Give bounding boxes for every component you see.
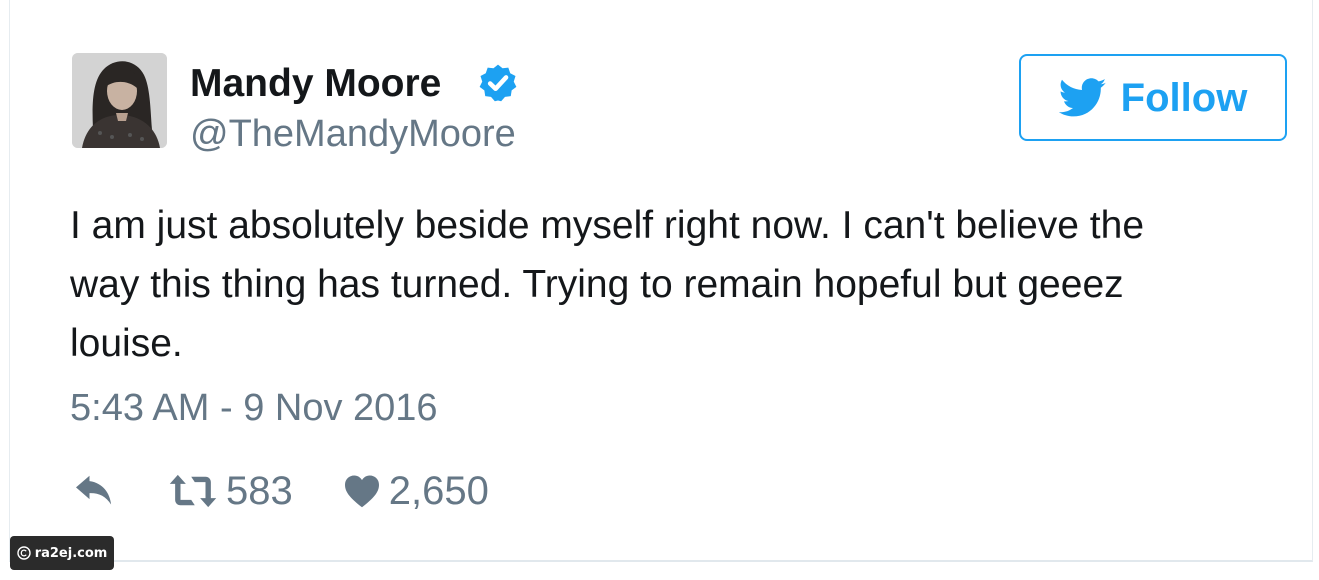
like-count: 2,650 — [388, 469, 489, 513]
retweet-count: 583 — [226, 469, 293, 513]
watermark-text: ra2ej.com — [34, 545, 108, 561]
tweet-actions: 583 2,650 — [72, 466, 489, 516]
retweet-icon — [169, 474, 217, 508]
author-name[interactable]: Mandy Moore — [190, 60, 441, 108]
retweet-button[interactable]: 583 — [168, 467, 293, 515]
tweet-text-line: louise. — [70, 322, 183, 365]
reply-button[interactable] — [72, 473, 116, 509]
reply-icon — [76, 475, 112, 505]
watermark: ra2ej.com — [10, 536, 114, 570]
avatar[interactable] — [72, 53, 167, 148]
avatar-photo — [72, 53, 167, 148]
page: Mandy Moore @TheMandyMoore Follow I am j… — [0, 0, 1319, 580]
author-handle[interactable]: @TheMandyMoore — [190, 110, 516, 158]
tweet-timestamp[interactable]: 5:43 AM - 9 Nov 2016 — [70, 384, 438, 432]
twitter-bird-icon — [1058, 77, 1106, 116]
tweet-text-line: way this thing has turned. Trying to rem… — [70, 263, 1124, 306]
tweet-text-line: I am just absolutely beside myself right… — [70, 204, 1145, 247]
tweet-card: Mandy Moore @TheMandyMoore Follow I am j… — [9, 0, 1313, 562]
copyright-icon — [16, 546, 31, 560]
follow-label: Follow — [1120, 75, 1248, 120]
follow-button[interactable]: Follow — [1019, 54, 1287, 141]
like-button[interactable]: 2,650 — [343, 467, 489, 515]
tweet-text: I am just absolutely beside myself right… — [70, 196, 1270, 373]
verified-badge-icon — [479, 64, 517, 102]
heart-icon — [344, 475, 379, 508]
